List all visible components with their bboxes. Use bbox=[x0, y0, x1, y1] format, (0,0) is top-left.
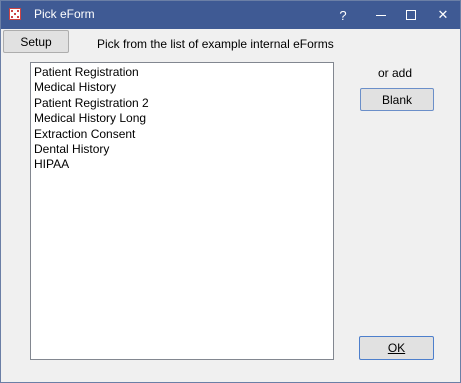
close-button[interactable]: ✕ bbox=[427, 1, 459, 29]
maximize-button[interactable] bbox=[395, 1, 427, 29]
list-item[interactable]: Medical History Long bbox=[33, 111, 331, 126]
ok-button[interactable]: OK bbox=[359, 336, 434, 360]
list-item[interactable]: Medical History bbox=[33, 80, 331, 95]
list-item[interactable]: Dental History bbox=[33, 142, 331, 157]
help-icon: ? bbox=[339, 7, 347, 23]
eform-list[interactable]: Patient Registration Medical History Pat… bbox=[30, 62, 334, 360]
maximize-icon bbox=[406, 10, 416, 20]
close-icon: ✕ bbox=[437, 7, 449, 22]
minimize-button[interactable] bbox=[365, 1, 397, 29]
title-bar[interactable]: Pick eForm ? ✕ bbox=[1, 1, 460, 29]
list-item[interactable]: Patient Registration 2 bbox=[33, 96, 331, 111]
ok-label: OK bbox=[387, 341, 406, 355]
help-button[interactable]: ? bbox=[327, 1, 359, 29]
app-grid-icon bbox=[9, 8, 21, 20]
or-add-label: or add bbox=[378, 66, 413, 80]
window-title: Pick eForm bbox=[34, 7, 95, 21]
pick-eform-window: Pick eForm ? ✕ Setup Pick from the list … bbox=[0, 0, 461, 383]
instructions-label: Pick from the list of example internal e… bbox=[97, 37, 334, 51]
minimize-icon bbox=[376, 14, 386, 16]
setup-button[interactable]: Setup bbox=[3, 30, 69, 53]
list-item[interactable]: HIPAA bbox=[33, 157, 331, 172]
list-item[interactable]: Patient Registration bbox=[33, 65, 331, 80]
blank-button[interactable]: Blank bbox=[360, 88, 434, 111]
list-item[interactable]: Extraction Consent bbox=[33, 127, 331, 142]
